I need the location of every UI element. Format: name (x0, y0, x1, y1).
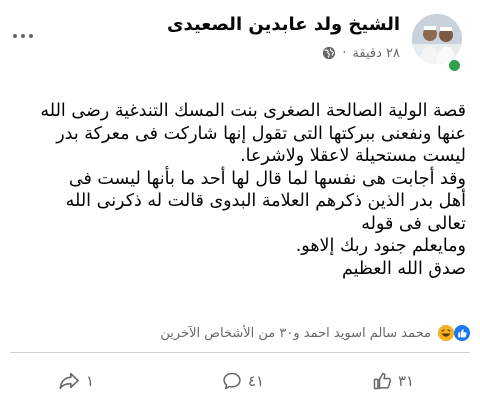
meta-separator: · (342, 45, 347, 61)
comment-button[interactable]: ٤١ (222, 362, 264, 400)
author-name[interactable]: الشيخ ولد عابدين الصعيدى (167, 14, 400, 35)
post-meta: ٢٨ دقيقة · (322, 44, 400, 62)
comment-count: ٤١ (248, 372, 265, 390)
haha-icon (438, 325, 454, 341)
divider (10, 352, 470, 353)
avatar-photo (412, 14, 462, 64)
author-avatar[interactable] (412, 14, 462, 64)
comment-icon (223, 372, 241, 390)
post-text-line: تعالى فى قوله (361, 213, 466, 234)
globe-icon[interactable] (322, 46, 336, 60)
more-dot (13, 34, 17, 38)
post-text-line: عنها ونفعنى ببركتها التى تقول إنها شاركت… (56, 123, 466, 144)
post-text-line: ليست مستحيلة لاعقلا ولاشرعا. (240, 146, 466, 166)
share-icon (59, 372, 79, 390)
more-dot (29, 34, 33, 38)
post-text-line: ومايعلم جنود ربك إلاهو. (295, 236, 466, 256)
more-dot (21, 34, 25, 38)
reactions-text[interactable]: محمد سالم اسويد احمد و٣٠ من الأشخاص الآخ… (160, 326, 431, 341)
like-count: ٣١ (398, 372, 415, 390)
share-count: ١ (86, 372, 95, 390)
like-icon (454, 325, 470, 341)
post-text-line: أهل بدر الذين ذكرهم العلامة البدوى قالت … (65, 191, 466, 211)
post-time[interactable]: ٢٨ دقيقة (352, 46, 400, 61)
reactions-summary[interactable]: محمد سالم اسويد احمد و٣٠ من الأشخاص الآخ… (160, 325, 470, 341)
post-text-line: صدق الله العظيم (341, 258, 466, 279)
thumbs-up-icon (373, 372, 392, 390)
post-text-line: وقد أجابت هى نفسها لما قال لها أحد ما بأ… (68, 168, 466, 189)
like-button[interactable]: ٣١ (372, 362, 414, 400)
facebook-post: الشيخ ولد عابدين الصعيدى ٢٨ دقيقة · قصة … (0, 0, 480, 418)
more-options-button[interactable] (6, 28, 40, 44)
online-status-indicator (447, 58, 462, 73)
post-text: قصة الولية الصالحة الصغرى بنت المسك التن… (10, 100, 466, 280)
post-text-line: قصة الولية الصالحة الصغرى بنت المسك التن… (40, 101, 466, 121)
share-button[interactable]: ١ (58, 362, 94, 400)
